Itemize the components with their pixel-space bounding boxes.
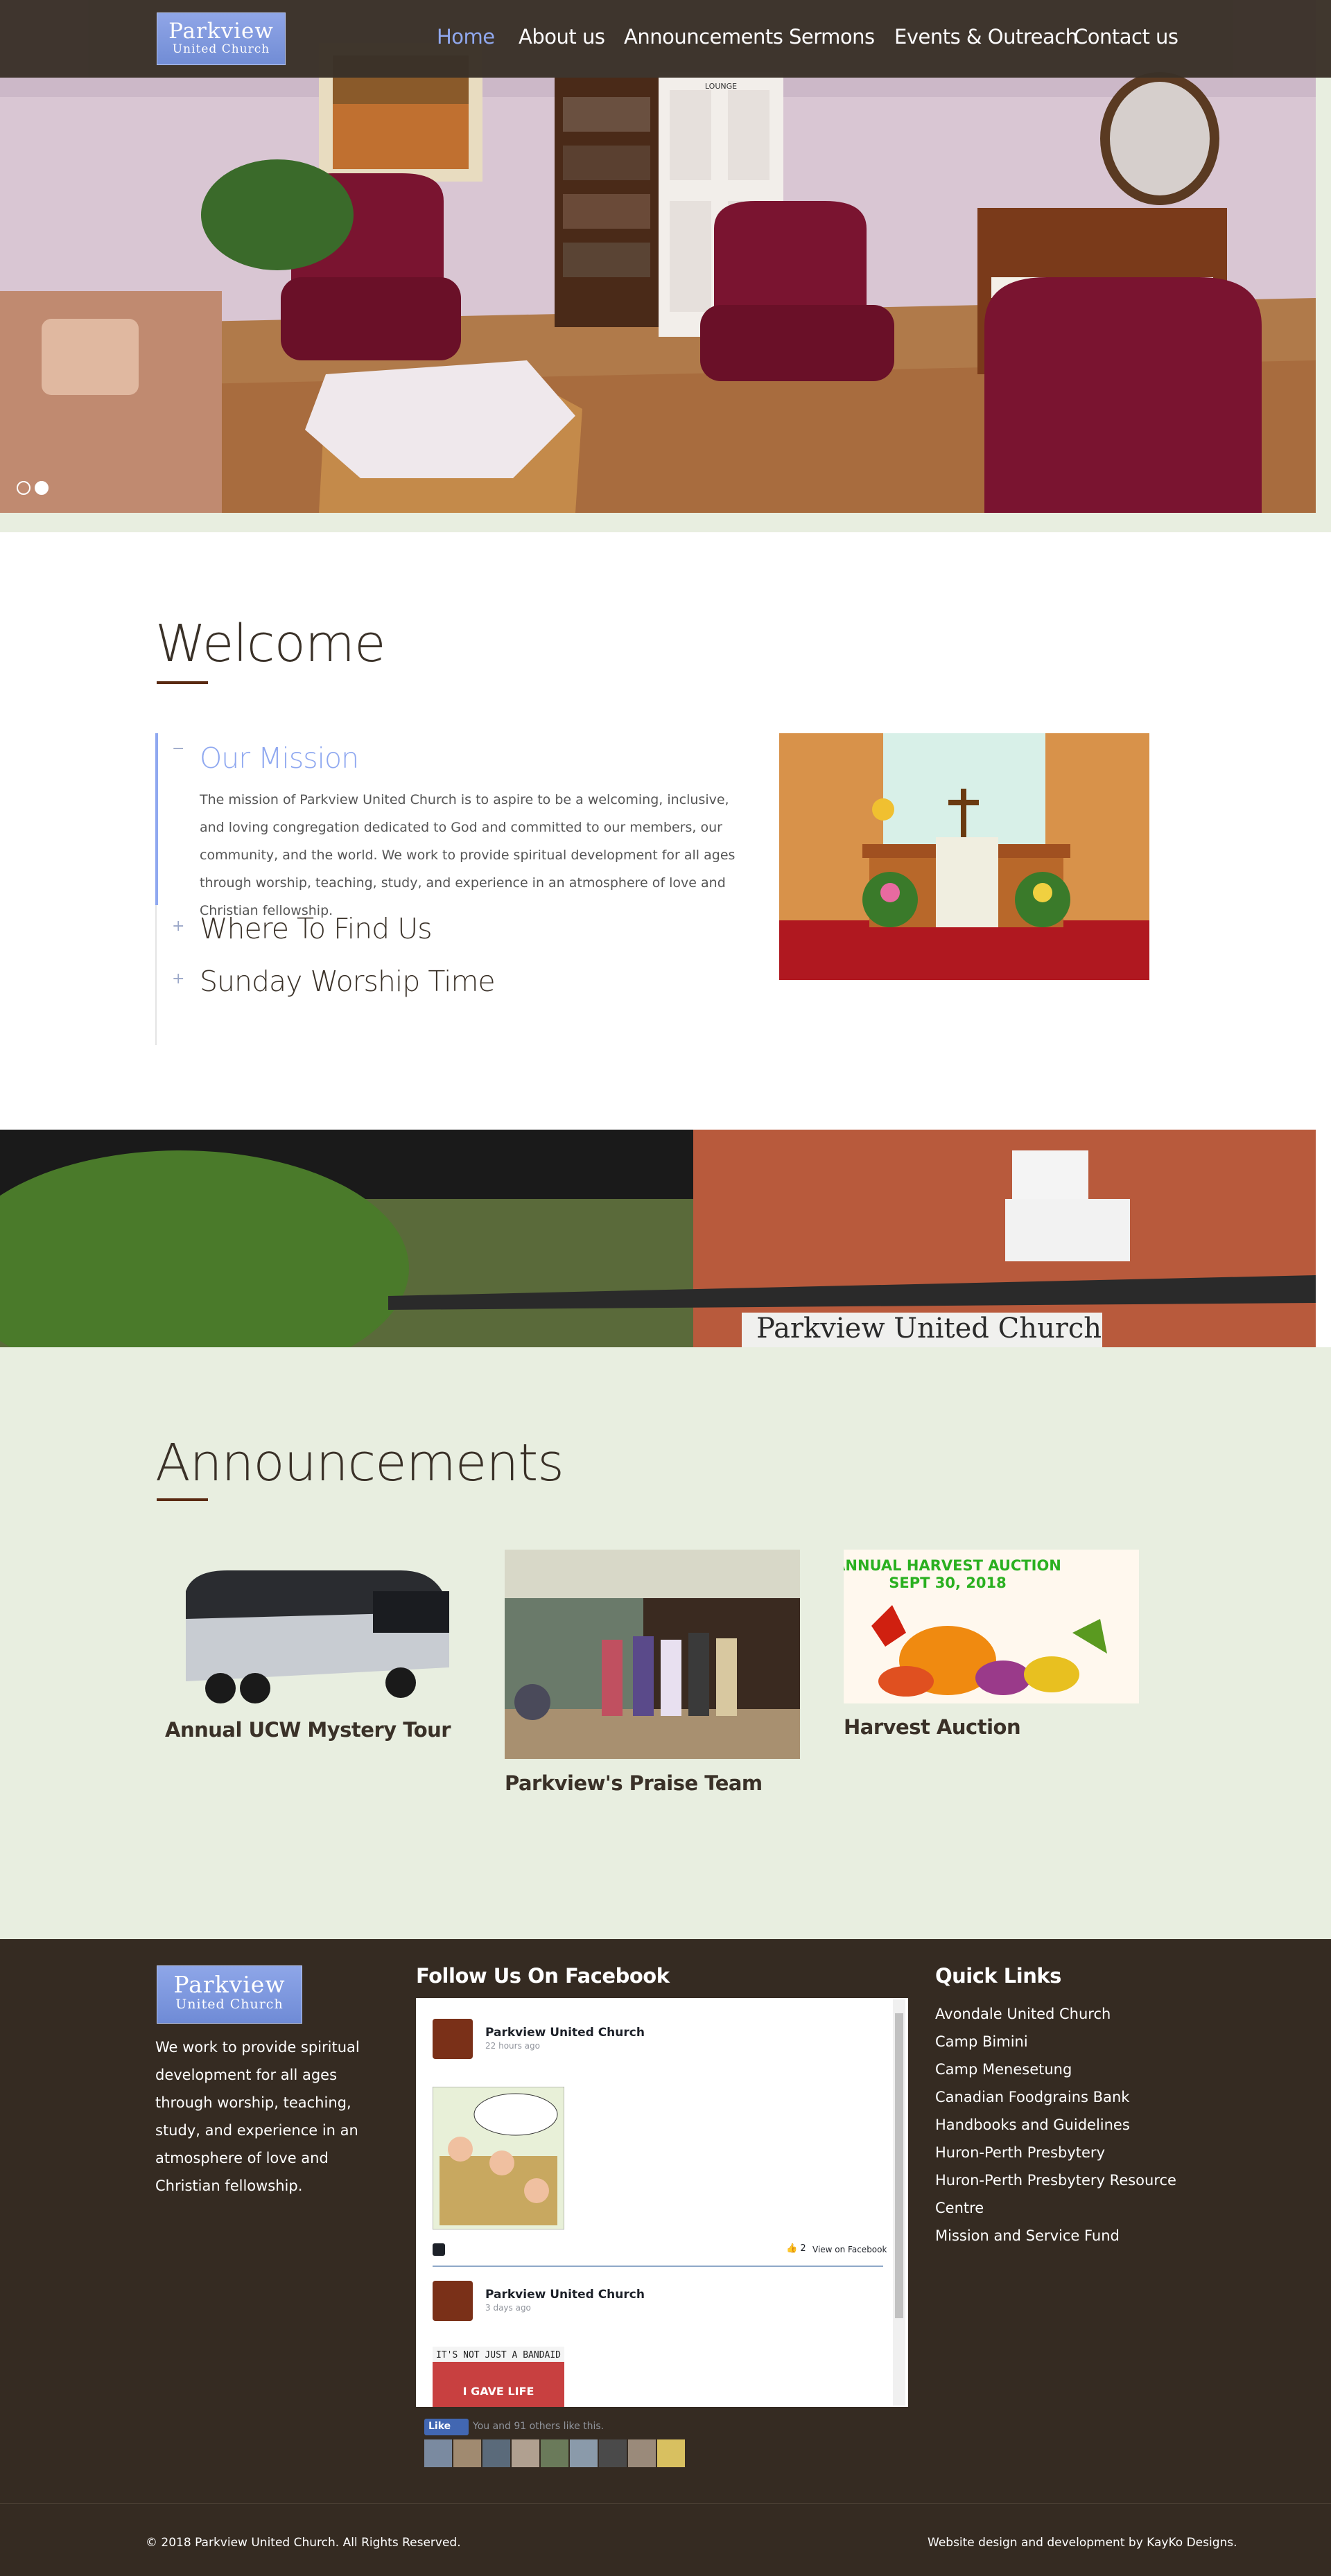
post-blood-donation-image[interactable]: IT'S NOT JUST A BANDAID I GAVE LIFE [433, 2347, 564, 2407]
designer-credit-link[interactable]: Website design and development by KayKo … [928, 2536, 1237, 2550]
like-count-icon[interactable]: 👍 2 [786, 2243, 806, 2254]
welcome-underline [157, 681, 208, 684]
banner-bottom-text: I GAVE LIFE [463, 2385, 534, 2398]
facebook-feed-widget[interactable]: Parkview United Church 22 hours ago 👍 2 … [416, 1998, 908, 2407]
bus-image[interactable] [165, 1550, 460, 1706]
quick-link-presbytery-resource-cont[interactable]: Centre [935, 2200, 984, 2216]
slide-dot-2[interactable] [35, 481, 49, 495]
post-comic-image[interactable] [433, 2087, 564, 2229]
friend-avatars [424, 2439, 685, 2469]
slide-dot-1[interactable] [17, 481, 31, 495]
like-button-label: Like [428, 2421, 451, 2432]
announcement-title-praise-team[interactable]: Parkview's Praise Team [505, 1771, 763, 1795]
expand-icon[interactable]: + [172, 918, 184, 935]
harvest-auction-image[interactable]: ANNUAL HARVEST AUCTION SEPT 30, 2018 [844, 1550, 1139, 1703]
banner-edge [1316, 1130, 1331, 1347]
main-nav: Home About us Announcements Sermons Even… [0, 25, 1331, 53]
accordion-active-border [155, 733, 158, 905]
share-icon[interactable] [433, 2243, 445, 2256]
praise-team-image[interactable] [505, 1550, 800, 1759]
quick-link-handbooks[interactable]: Handbooks and Guidelines [935, 2117, 1130, 2133]
nav-home[interactable]: Home [437, 25, 495, 49]
avatar[interactable] [453, 2439, 481, 2467]
door-sign: LOUNGE [705, 82, 737, 91]
quick-links-heading: Quick Links [935, 1964, 1061, 1988]
footer-bottom-bar: © 2018 Parkview United Church. All Right… [0, 2503, 1331, 2576]
altar-photo [779, 733, 1149, 980]
quick-link-foodgrains-bank[interactable]: Canadian Foodgrains Bank [935, 2089, 1129, 2105]
quick-link-presbytery-resource[interactable]: Huron-Perth Presbytery Resource [935, 2172, 1176, 2189]
post-author[interactable]: Parkview United Church [485, 2288, 645, 2302]
quick-link-mission-service-fund[interactable]: Mission and Service Fund [935, 2227, 1120, 2244]
accordion-title-mission[interactable]: Our Mission [200, 742, 359, 775]
post-like-count: 2 [800, 2243, 806, 2254]
avatar[interactable] [424, 2439, 452, 2467]
collapse-icon[interactable]: − [172, 740, 184, 757]
post-divider [433, 2266, 883, 2267]
avatar[interactable] [570, 2439, 598, 2467]
avatar[interactable] [657, 2439, 685, 2467]
avatar[interactable] [512, 2439, 539, 2467]
nav-announcements[interactable]: Announcements [624, 25, 783, 49]
building-sign: Parkview United Church [756, 1313, 1102, 1344]
nav-events-outreach[interactable]: Events & Outreach [894, 25, 1078, 49]
quick-link-presbytery[interactable]: Huron-Perth Presbytery [935, 2144, 1105, 2161]
footer-logo[interactable]: Parkview United Church [157, 1965, 302, 2024]
announcement-title-mystery-tour[interactable]: Annual UCW Mystery Tour [165, 1718, 451, 1742]
hero-bottom-strip [0, 513, 1331, 532]
announcements-underline [157, 1498, 208, 1501]
harvest-image-line-2: SEPT 30, 2018 [889, 1575, 1006, 1591]
copyright-text: © 2018 Parkview United Church. All Right… [146, 2536, 461, 2550]
feed-scrollbar-thumb[interactable] [895, 2013, 903, 2318]
page-avatar[interactable] [433, 2019, 473, 2059]
accordion-mission-text: The mission of Parkview United Church is… [200, 792, 736, 918]
facebook-heading: Follow Us On Facebook [416, 1964, 670, 1988]
facebook-like-button[interactable]: Like [424, 2419, 469, 2435]
avatar[interactable] [628, 2439, 656, 2467]
expand-icon[interactable]: + [172, 970, 184, 988]
harvest-image-line-1: ANNUAL HARVEST AUCTION [844, 1557, 1061, 1574]
nav-contact-us[interactable]: Contact us [1074, 25, 1178, 49]
post-time: 22 hours ago [485, 2041, 540, 2051]
post-time: 3 days ago [485, 2303, 531, 2313]
site-header: Parkview United Church Home About us Ann… [0, 0, 1331, 78]
nav-sermons[interactable]: Sermons [789, 25, 875, 49]
avatar[interactable] [541, 2439, 568, 2467]
welcome-heading: Welcome [155, 614, 385, 674]
announcements-heading: Announcements [155, 1433, 564, 1493]
post-author[interactable]: Parkview United Church [485, 2026, 645, 2040]
footer-about-text: We work to provide spiritual development… [155, 2039, 360, 2194]
page-avatar[interactable] [433, 2281, 473, 2321]
avatar[interactable] [482, 2439, 510, 2467]
announcement-title-harvest-auction[interactable]: Harvest Auction [844, 1715, 1021, 1739]
footer-logo-line-2: United Church [175, 1997, 284, 2012]
quick-link-avondale[interactable]: Avondale United Church [935, 2006, 1111, 2022]
like-summary-text: You and 91 others like this. [473, 2421, 604, 2432]
view-on-facebook-link[interactable]: View on Facebook [812, 2245, 887, 2254]
quick-link-camp-bimini[interactable]: Camp Bimini [935, 2033, 1028, 2050]
footer-logo-line-1: Parkview [173, 1971, 286, 1998]
avatar[interactable] [599, 2439, 627, 2467]
church-building-banner: Parkview United Church [0, 1130, 1316, 1347]
welcome-accordion: − Our Mission The mission of Parkview Un… [155, 733, 738, 1045]
nav-about-us[interactable]: About us [519, 25, 605, 49]
accordion-title-worship-time[interactable]: Sunday Worship Time [200, 965, 496, 998]
quick-link-camp-menesetung[interactable]: Camp Menesetung [935, 2061, 1072, 2078]
banner-top-text: IT'S NOT JUST A BANDAID [436, 2350, 561, 2360]
feed-scrollbar[interactable] [893, 1999, 905, 2406]
accordion-title-find-us[interactable]: Where To Find Us [200, 912, 433, 945]
accordion-border [155, 905, 157, 1045]
